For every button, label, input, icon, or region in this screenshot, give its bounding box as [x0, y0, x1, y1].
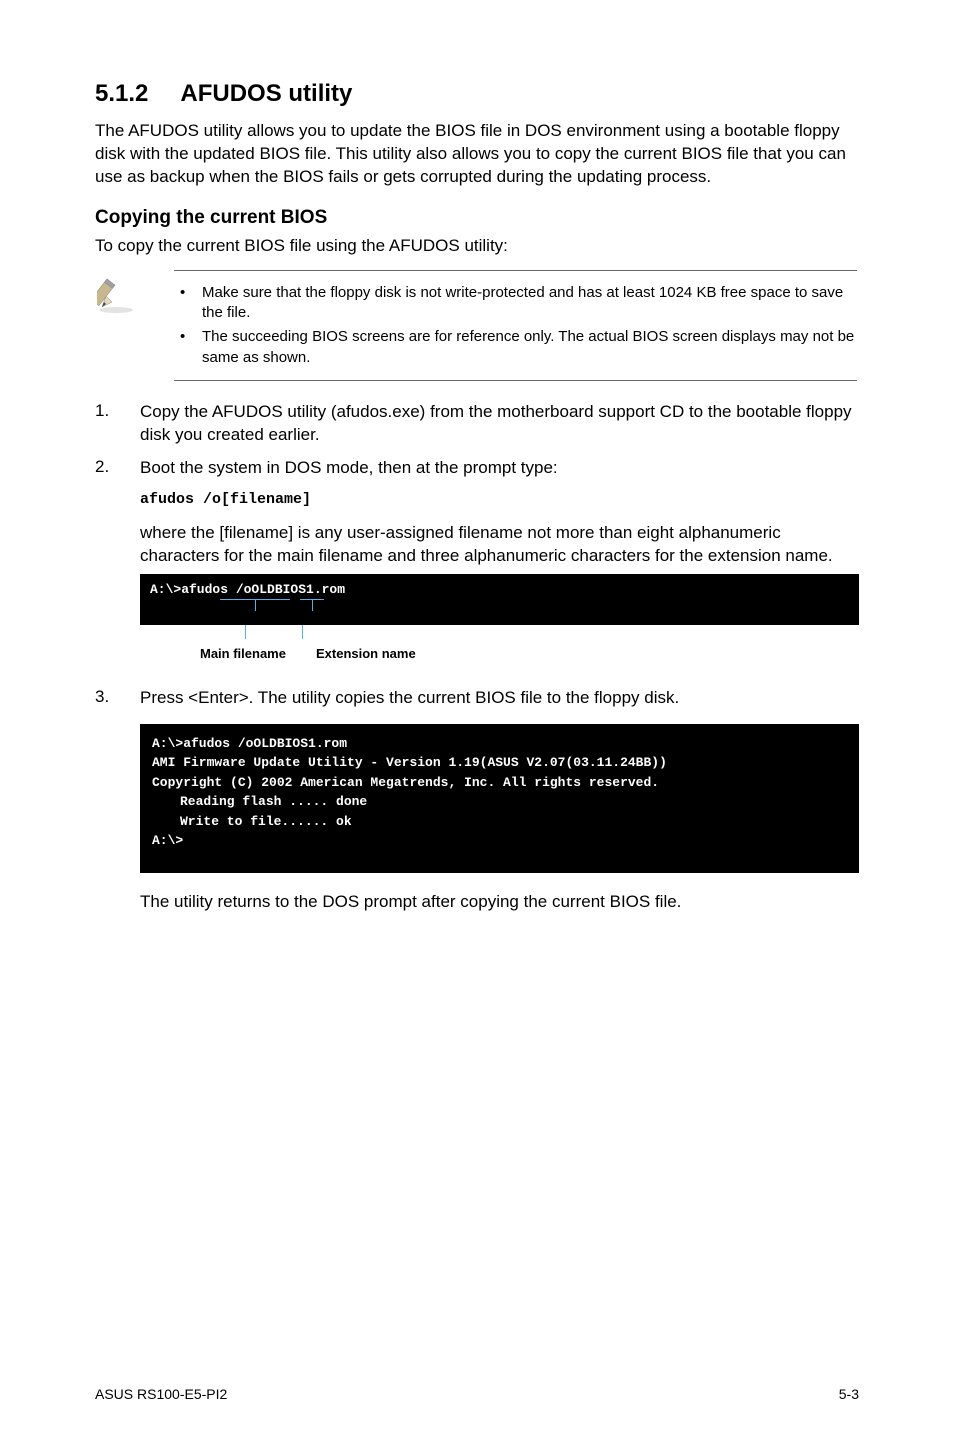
step-number: 2. — [95, 457, 140, 677]
note-block: •Make sure that the floppy disk is not w… — [95, 268, 859, 383]
annotation-extension-name: Extension name — [316, 629, 416, 663]
annotation-main-filename: Main filename — [174, 629, 286, 663]
step-number: 3. — [95, 687, 140, 924]
terminal-line: Copyright (C) 2002 American Megatrends, … — [152, 773, 847, 793]
step-item: 3. Press <Enter>. The utility copies the… — [95, 687, 859, 924]
steps-list: 1. Copy the AFUDOS utility (afudos.exe) … — [95, 401, 859, 924]
code-command: afudos /o[filename] — [140, 490, 859, 510]
intro-paragraph: The AFUDOS utility allows you to update … — [95, 120, 859, 189]
step-text: Press <Enter>. The utility copies the cu… — [140, 687, 859, 710]
page-footer: ASUS RS100-E5-PI2 5-3 — [95, 1386, 859, 1402]
terminal-line: Write to file...... ok — [152, 812, 847, 832]
section-title: AFUDOS utility — [180, 80, 352, 107]
terminal-line: AMI Firmware Update Utility - Version 1.… — [152, 753, 847, 773]
step-item: 1. Copy the AFUDOS utility (afudos.exe) … — [95, 401, 859, 447]
step-text: Copy the AFUDOS utility (afudos.exe) fro… — [140, 401, 859, 447]
note-text: Make sure that the floppy disk is not wr… — [202, 283, 857, 324]
step-text: Boot the system in DOS mode, then at the… — [140, 457, 859, 480]
note-bullets: •Make sure that the floppy disk is not w… — [174, 283, 857, 368]
terminal-output: A:\>afudos /oOLDBIOS1.rom — [140, 574, 859, 626]
terminal-line: A:\>afudos /oOLDBIOS1.rom — [152, 734, 847, 754]
note-text: The succeeding BIOS screens are for refe… — [202, 327, 857, 368]
note-item: •Make sure that the floppy disk is not w… — [174, 283, 857, 324]
bullet-icon: • — [174, 283, 202, 324]
terminal-line: A:\>afudos /oOLDBIOS1.rom — [150, 580, 849, 600]
footer-page-number: 5-3 — [839, 1386, 859, 1402]
step-tail-text: where the [filename] is any user-assigne… — [140, 522, 859, 568]
subsection-lead: To copy the current BIOS file using the … — [95, 235, 859, 258]
step-number: 1. — [95, 401, 140, 447]
annotation-row: Main filename Extension name — [140, 629, 859, 663]
subsection-heading: Copying the current BIOS — [95, 207, 859, 229]
footer-left: ASUS RS100-E5-PI2 — [95, 1386, 227, 1402]
section-heading: 5.1.2 AFUDOS utility — [95, 80, 859, 108]
step-item: 2. Boot the system in DOS mode, then at … — [95, 457, 859, 677]
section-number: 5.1.2 — [95, 80, 148, 108]
pencil-icon — [97, 301, 145, 318]
note-item: •The succeeding BIOS screens are for ref… — [174, 327, 857, 368]
bullet-icon: • — [174, 327, 202, 368]
terminal-output: A:\>afudos /oOLDBIOS1.rom AMI Firmware U… — [140, 724, 859, 873]
terminal-line: A:\> — [152, 831, 847, 851]
terminal-line: Reading flash ..... done — [152, 792, 847, 812]
closing-text: The utility returns to the DOS prompt af… — [140, 891, 859, 914]
